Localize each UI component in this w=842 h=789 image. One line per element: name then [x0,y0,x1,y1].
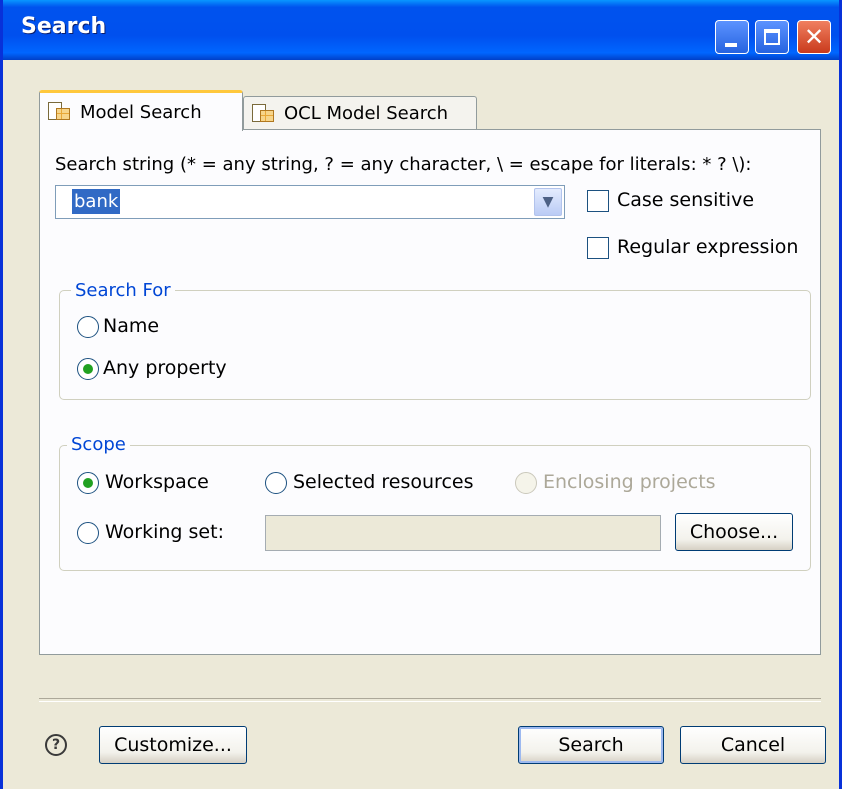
any-property-radio[interactable] [77,358,99,380]
enclosing-projects-radio [515,472,537,494]
search-dialog: Search ✕ Model Search OCL Model Search S… [0,0,842,789]
tab-model-search[interactable]: Model Search [39,90,243,131]
working-set-field[interactable] [265,515,661,551]
radio-selected-dot [83,364,93,374]
search-button[interactable]: Search [518,726,664,764]
minimize-button[interactable] [715,20,749,54]
selected-resources-radio[interactable] [265,472,287,494]
choose-button[interactable]: Choose... [675,513,793,551]
working-set-radio[interactable] [77,522,99,544]
footer-separator [39,698,821,702]
ocl-model-search-icon [252,103,274,124]
search-for-title: Search For [71,280,175,301]
case-sensitive-label: Case sensitive [617,189,755,211]
tab-model-search-label: Model Search [80,101,202,123]
workspace-radio-label: Workspace [105,471,209,493]
search-string-label: Search string (* = any string, ? = any c… [55,154,752,175]
help-icon[interactable]: ? [45,734,67,756]
customize-button[interactable]: Customize... [99,726,247,764]
title-bar[interactable]: Search ✕ [3,0,839,60]
name-radio-label: Name [103,315,160,337]
search-for-group [59,290,811,400]
close-button[interactable]: ✕ [797,20,831,54]
workspace-radio[interactable] [77,472,99,494]
radio-selected-dot [83,478,93,488]
selected-resources-label: Selected resources [293,471,474,493]
name-radio[interactable] [77,316,99,338]
regular-expression-label: Regular expression [617,236,799,258]
scope-group [59,445,811,571]
tab-ocl-model-search[interactable]: OCL Model Search [243,96,477,130]
window-title: Search [21,14,107,39]
close-icon: ✕ [803,23,825,51]
case-sensitive-checkbox[interactable] [587,190,609,212]
search-string-value[interactable]: bank [72,189,121,214]
enclosing-projects-label: Enclosing projects [543,471,716,493]
regular-expression-checkbox[interactable] [587,237,609,259]
maximize-button[interactable] [755,20,789,54]
model-search-icon [48,102,70,122]
scope-title: Scope [67,434,130,455]
working-set-label: Working set: [105,521,224,543]
minimize-icon [725,43,737,47]
combo-dropdown-button[interactable]: ▼ [534,188,562,216]
search-string-combo[interactable]: bank ▼ [55,185,565,219]
tab-ocl-model-search-label: OCL Model Search [284,103,449,124]
chevron-down-icon: ▼ [542,194,554,210]
any-property-radio-label: Any property [103,357,227,379]
cancel-button[interactable]: Cancel [680,726,826,764]
maximize-icon [764,29,780,45]
